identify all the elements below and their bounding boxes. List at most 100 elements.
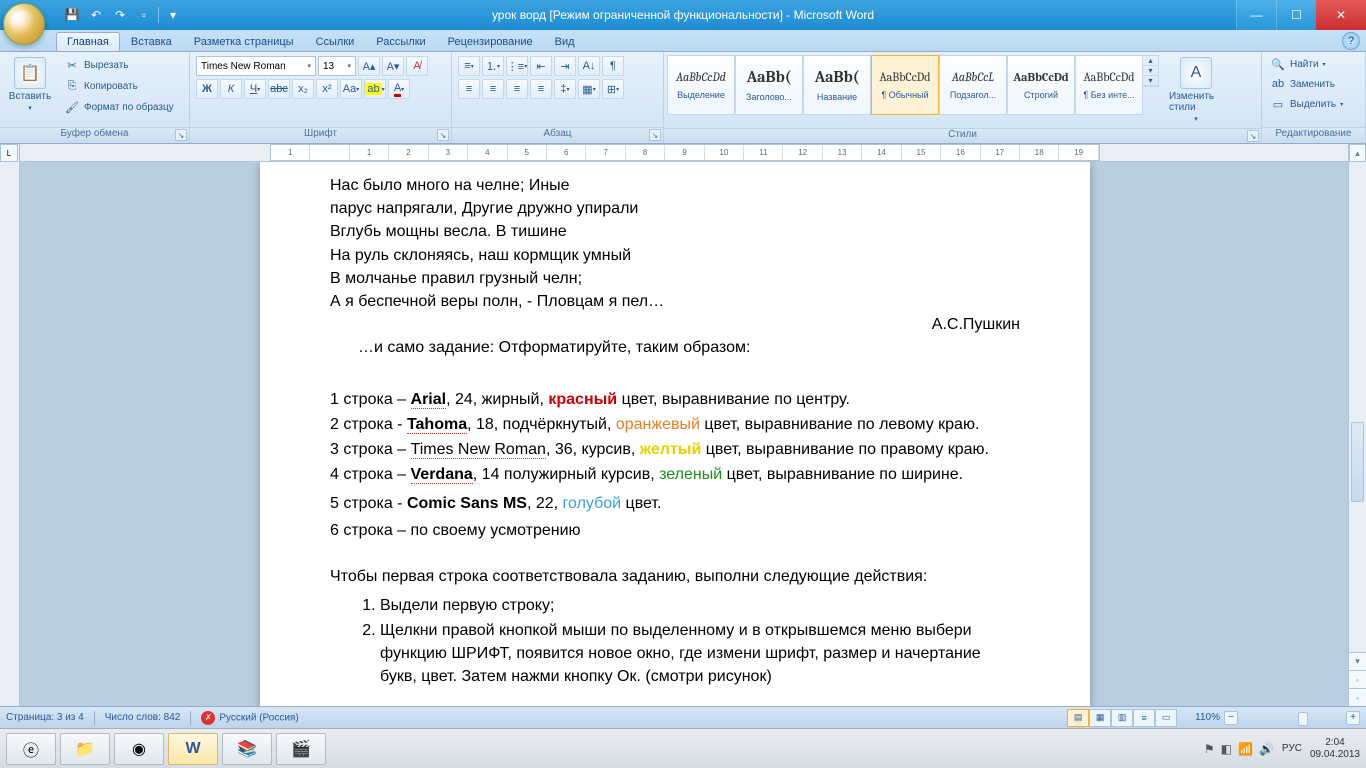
superscript-button[interactable]: x² — [316, 79, 338, 99]
bold-button[interactable]: Ж — [196, 79, 218, 99]
zoom-value[interactable]: 110% — [1195, 712, 1220, 723]
outline-view-button[interactable]: ≡ — [1133, 709, 1155, 727]
tab-home[interactable]: Главная — [56, 32, 120, 51]
paste-button[interactable]: 📋 Вставить ▾ — [4, 55, 56, 114]
font-color-button[interactable]: A▾ — [388, 79, 410, 99]
line-spacing-button[interactable]: ‡▾ — [554, 79, 576, 99]
scroll-down-icon[interactable]: ▾ — [1349, 652, 1366, 670]
save-icon[interactable]: 💾 — [62, 5, 82, 25]
print-layout-view-button[interactable]: ▤ — [1067, 709, 1089, 727]
dialog-launcher-icon[interactable]: ↘ — [175, 129, 187, 141]
horizontal-ruler[interactable]: 112345678910111213141516171819 — [20, 144, 1348, 162]
tab-mailings[interactable]: Рассылки — [365, 32, 436, 51]
scroll-up-icon[interactable]: ▴ — [1349, 144, 1366, 162]
dialog-launcher-icon[interactable]: ↘ — [1247, 130, 1259, 142]
borders-button[interactable]: ⊞▾ — [602, 79, 624, 99]
vertical-scrollbar[interactable]: ▴ ▾ ◦ ◦ — [1348, 144, 1366, 706]
styles-gallery-more[interactable]: ▴▾▾ — [1143, 55, 1159, 87]
change-styles-icon: A — [1180, 57, 1212, 89]
taskbar-ie[interactable]: ⓔ — [6, 733, 56, 765]
full-reading-view-button[interactable]: ▦ — [1089, 709, 1111, 727]
font-size-combo[interactable]: 13▾ — [318, 56, 356, 76]
tray-updates-icon[interactable]: ◧ — [1221, 742, 1232, 756]
find-button[interactable]: 🔍Найти▾ — [1266, 54, 1330, 74]
align-left-button[interactable]: ≡ — [458, 79, 480, 99]
redo-icon[interactable]: ↷ — [110, 5, 130, 25]
taskbar-chrome[interactable]: ◉ — [114, 733, 164, 765]
scrollbar-thumb[interactable] — [1351, 422, 1364, 502]
style-nospace[interactable]: AaBbCcDd¶ Без инте... — [1075, 55, 1143, 115]
copy-button[interactable]: ⎘Копировать — [60, 76, 178, 96]
tray-network-icon[interactable]: 📶 — [1238, 742, 1253, 756]
change-case-button[interactable]: Aa▾ — [340, 79, 362, 99]
change-styles-button[interactable]: A Изменить стили ▾ — [1165, 55, 1227, 125]
taskbar-moviemaker[interactable]: 🎬 — [276, 733, 326, 765]
draft-view-button[interactable]: ▭ — [1155, 709, 1177, 727]
indent-button[interactable]: ⇥ — [554, 56, 576, 76]
tray-volume-icon[interactable]: 🔊 — [1259, 742, 1274, 756]
status-language[interactable]: ✗Русский (Россия) — [201, 711, 298, 725]
taskbar-explorer[interactable]: 📁 — [60, 733, 110, 765]
outdent-button[interactable]: ⇤ — [530, 56, 552, 76]
taskbar-word[interactable]: W — [168, 733, 218, 765]
minimize-button[interactable]: — — [1236, 0, 1276, 30]
highlight-button[interactable]: ab▾ — [364, 79, 386, 99]
status-page[interactable]: Страница: 3 из 4 — [6, 712, 84, 723]
multilevel-button[interactable]: ⋮≡▾ — [506, 56, 528, 76]
office-button[interactable] — [3, 3, 61, 61]
show-marks-button[interactable]: ¶ — [602, 56, 624, 76]
tray-flag-icon[interactable]: ⚑ — [1204, 742, 1215, 756]
tab-selector-button[interactable]: L — [0, 144, 18, 162]
style-heading[interactable]: AaBb(Заголово... — [735, 55, 803, 115]
web-layout-view-button[interactable]: ▥ — [1111, 709, 1133, 727]
tab-layout[interactable]: Разметка страницы — [183, 32, 305, 51]
italic-button[interactable]: К — [220, 79, 242, 99]
style-strong[interactable]: AaBbCcDdСтрогий — [1007, 55, 1075, 115]
paste-label: Вставить — [9, 91, 51, 102]
prev-page-icon[interactable]: ◦ — [1349, 670, 1366, 688]
next-page-icon[interactable]: ◦ — [1349, 688, 1366, 706]
zoom-out-button[interactable]: − — [1224, 711, 1238, 725]
style-emphasis[interactable]: AaBbCcDdВыделение — [667, 55, 735, 115]
zoom-in-button[interactable]: + — [1346, 711, 1360, 725]
tray-language[interactable]: РУС — [1282, 743, 1302, 754]
tab-view[interactable]: Вид — [544, 32, 586, 51]
cut-button[interactable]: ✂Вырезать — [60, 55, 178, 75]
tab-references[interactable]: Ссылки — [305, 32, 366, 51]
bullets-button[interactable]: ≡▾ — [458, 56, 480, 76]
style-title[interactable]: AaBb(Название — [803, 55, 871, 115]
select-button[interactable]: ▭Выделить▾ — [1266, 94, 1347, 114]
align-right-button[interactable]: ≡ — [506, 79, 528, 99]
grow-font-button[interactable]: A▴ — [358, 56, 380, 76]
maximize-button[interactable]: ☐ — [1276, 0, 1316, 30]
document-page[interactable]: Нас было много на челне; Иныепарус напря… — [260, 162, 1090, 706]
shading-button[interactable]: ▦▾ — [578, 79, 600, 99]
numbering-button[interactable]: ⒈▾ — [482, 56, 504, 76]
style-subtitle[interactable]: AaBbCcLПодзагол... — [939, 55, 1007, 115]
justify-button[interactable]: ≡ — [530, 79, 552, 99]
status-words[interactable]: Число слов: 842 — [105, 712, 181, 723]
dialog-launcher-icon[interactable]: ↘ — [437, 129, 449, 141]
close-button[interactable]: ✕ — [1316, 0, 1366, 30]
undo-icon[interactable]: ↶ — [86, 5, 106, 25]
new-doc-icon[interactable]: ▫ — [134, 5, 154, 25]
taskbar-winrar[interactable]: 📚 — [222, 733, 272, 765]
style-normal[interactable]: AaBbCcDd¶ Обычный — [871, 55, 939, 115]
zoom-slider[interactable] — [1242, 716, 1342, 720]
dialog-launcher-icon[interactable]: ↘ — [649, 129, 661, 141]
shrink-font-button[interactable]: A▾ — [382, 56, 404, 76]
qat-dropdown-icon[interactable]: ▾ — [163, 5, 183, 25]
help-button[interactable]: ? — [1342, 32, 1360, 50]
sort-button[interactable]: A↓ — [578, 56, 600, 76]
strike-button[interactable]: abc — [268, 79, 290, 99]
align-center-button[interactable]: ≡ — [482, 79, 504, 99]
underline-button[interactable]: Ч▾ — [244, 79, 266, 99]
font-name-combo[interactable]: Times New Roman▾ — [196, 56, 316, 76]
tab-insert[interactable]: Вставка — [120, 32, 183, 51]
format-painter-button[interactable]: 🖌Формат по образцу — [60, 97, 178, 117]
tab-review[interactable]: Рецензирование — [437, 32, 544, 51]
subscript-button[interactable]: x₂ — [292, 79, 314, 99]
tray-clock[interactable]: 2:04 09.04.2013 — [1310, 737, 1360, 761]
replace-button[interactable]: abЗаменить — [1266, 74, 1339, 94]
clear-format-button[interactable]: A̸ — [406, 56, 428, 76]
